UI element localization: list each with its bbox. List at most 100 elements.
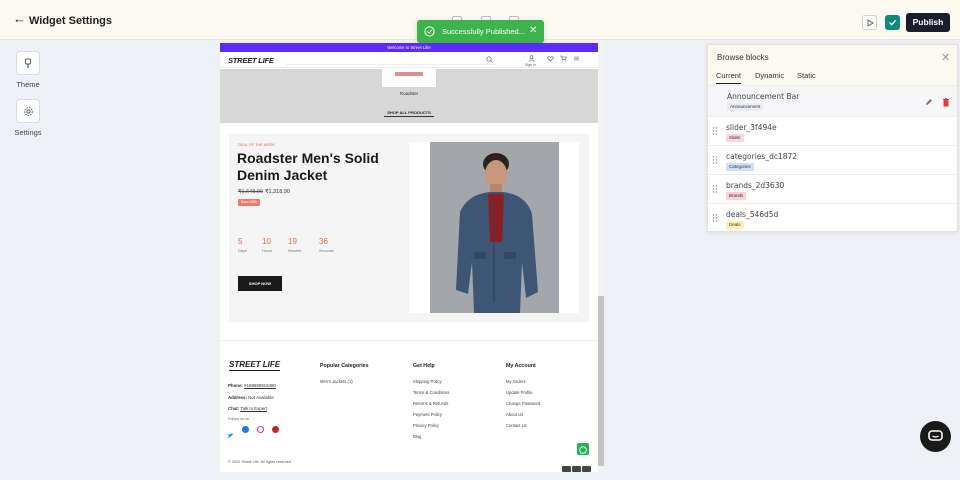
instagram-icon[interactable] bbox=[257, 426, 264, 433]
drag-handle-icon[interactable] bbox=[712, 214, 718, 222]
chat-link[interactable]: Talk to Expert bbox=[240, 406, 267, 411]
countdown-value: 19 bbox=[288, 237, 297, 246]
deal-kicker: DEAL OF THE WEEK bbox=[238, 143, 275, 147]
block-row-brands[interactable]: brands_2d3630 Brands bbox=[708, 174, 957, 203]
toast-message: Successfully Published... bbox=[442, 27, 525, 36]
whatsapp-icon[interactable] bbox=[577, 443, 589, 455]
countdown-minutes: 19 Minutes bbox=[288, 237, 314, 253]
rail-label: Settings bbox=[14, 128, 42, 137]
block-name: slider_3f494e bbox=[726, 123, 777, 132]
product-image-frame bbox=[409, 142, 579, 313]
countdown-days: 5 Days bbox=[238, 237, 264, 253]
footer-link[interactable]: My Orders bbox=[506, 379, 526, 384]
rail-item-settings[interactable]: Settings bbox=[10, 99, 46, 137]
countdown-value: 5 bbox=[238, 237, 243, 246]
trash-icon[interactable] bbox=[942, 98, 950, 107]
search-icon bbox=[486, 56, 493, 63]
footer-link[interactable]: Blog bbox=[413, 434, 421, 439]
preview-scrollbar[interactable] bbox=[598, 43, 604, 472]
arrow-left-icon[interactable]: ← bbox=[13, 12, 26, 25]
address-value: Not Available bbox=[248, 395, 274, 400]
model-illustration bbox=[430, 142, 559, 313]
category-card-image[interactable] bbox=[382, 69, 436, 87]
footer-link[interactable]: Change Password bbox=[506, 401, 540, 406]
block-row-deals[interactable]: deals_546d5d Deals bbox=[708, 203, 957, 232]
announcement-bar[interactable]: Welcome to Street Life! bbox=[220, 43, 598, 52]
block-name: Announcement Bar bbox=[727, 92, 800, 101]
footer-divider bbox=[220, 340, 598, 341]
save-check-button[interactable] bbox=[885, 15, 900, 30]
block-row-categories[interactable]: categories_dc1872 Categories bbox=[708, 145, 957, 174]
footer-link[interactable]: Returns & Refunds bbox=[413, 401, 448, 406]
footer-link[interactable]: Privacy Policy bbox=[413, 423, 439, 428]
facebook-icon[interactable] bbox=[242, 426, 249, 433]
footer-link[interactable]: Terms & Conditions bbox=[413, 390, 449, 395]
menu-icon[interactable] bbox=[573, 55, 580, 62]
footer-link[interactable]: Shipping Policy bbox=[413, 379, 442, 384]
block-row-slider[interactable]: slider_3f494e Slider bbox=[708, 116, 957, 145]
tab-dynamic[interactable]: Dynamic bbox=[755, 71, 784, 80]
discount-badge: Save 20% bbox=[238, 199, 260, 206]
drag-handle-icon[interactable] bbox=[712, 156, 718, 164]
close-icon[interactable]: ✕ bbox=[529, 26, 537, 36]
category-card-label[interactable]: Roadster bbox=[382, 91, 436, 96]
countdown-hours: 10 Hours bbox=[262, 237, 288, 253]
tab-static[interactable]: Static bbox=[797, 71, 816, 80]
footer-heading-popular: Popular Categories bbox=[320, 363, 369, 369]
footer-link[interactable]: Contact Us bbox=[506, 423, 527, 428]
pinterest-icon[interactable] bbox=[272, 426, 279, 433]
heart-icon[interactable] bbox=[547, 55, 554, 62]
footer-phone: Phone: 9198690918490 bbox=[228, 383, 276, 388]
phone-link[interactable]: 9198690918490 bbox=[244, 383, 276, 388]
price-original: ₹1,648.90 bbox=[238, 189, 263, 195]
chat-launcher-button[interactable] bbox=[920, 421, 951, 452]
publish-button[interactable]: Publish bbox=[906, 13, 950, 32]
shop-all-link[interactable]: SHOP ALL PRODUCTS bbox=[384, 110, 434, 117]
store-search-input[interactable] bbox=[286, 55, 496, 65]
block-tag: Deals bbox=[726, 221, 744, 229]
drag-handle-icon[interactable] bbox=[712, 185, 718, 193]
play-icon bbox=[867, 19, 874, 27]
gear-icon bbox=[16, 99, 40, 123]
block-name: deals_546d5d bbox=[726, 210, 779, 219]
footer-heading-help: Get Help bbox=[413, 363, 435, 369]
deal-of-the-week: DEAL OF THE WEEK Roadster Men's Solid De… bbox=[229, 134, 589, 322]
price-sale: ₹1,318.90 bbox=[265, 189, 290, 195]
preview-button[interactable] bbox=[862, 15, 877, 30]
rail-item-theme[interactable]: Theme bbox=[10, 51, 46, 89]
footer-logo[interactable]: STREET LIFE bbox=[229, 360, 281, 371]
chat-label: Chat: bbox=[228, 406, 240, 411]
pencil-icon[interactable] bbox=[925, 98, 933, 106]
mastercard-icon bbox=[582, 466, 591, 472]
chat-icon bbox=[928, 430, 943, 441]
check-circle-icon bbox=[424, 26, 435, 37]
card-icon bbox=[562, 466, 571, 472]
footer-chat: Chat: Talk to Expert bbox=[228, 406, 267, 411]
payment-icons bbox=[561, 459, 591, 472]
countdown-label: Days bbox=[238, 249, 247, 253]
tab-current[interactable]: Current bbox=[716, 71, 742, 84]
block-row-announcement[interactable]: Announcement Bar Announcement bbox=[708, 85, 957, 116]
store-preview[interactable]: Welcome to Street Life! STREET LIFE Sign… bbox=[220, 43, 598, 472]
visa-icon bbox=[572, 466, 581, 472]
shop-now-button[interactable]: SHOP NOW bbox=[238, 276, 282, 291]
page-title: Widget Settings bbox=[29, 15, 113, 27]
brand-logo[interactable]: STREET LIFE bbox=[228, 56, 274, 65]
block-tag: Categories bbox=[726, 163, 754, 171]
address-label: Address: bbox=[228, 395, 248, 400]
footer-link[interactable]: Men's Jackets (1) bbox=[320, 379, 353, 384]
cart-icon[interactable] bbox=[560, 55, 567, 62]
drag-handle-icon[interactable] bbox=[712, 127, 718, 135]
category-card-logo bbox=[395, 72, 423, 76]
browse-blocks-panel: Browse blocks ✕ Current Dynamic Static A… bbox=[707, 44, 958, 232]
product-image[interactable] bbox=[430, 142, 559, 313]
twitter-icon[interactable] bbox=[227, 426, 234, 438]
close-icon[interactable]: ✕ bbox=[941, 51, 950, 64]
footer-link[interactable]: Update Profile bbox=[506, 390, 533, 395]
user-icon[interactable] bbox=[528, 55, 535, 62]
footer-link[interactable]: About Us bbox=[506, 412, 523, 417]
deal-title[interactable]: Roadster Men's Solid Denim Jacket bbox=[237, 150, 397, 184]
signin-label[interactable]: Sign In bbox=[525, 63, 536, 67]
scroll-thumb[interactable] bbox=[598, 296, 604, 466]
footer-link[interactable]: Payment Policy bbox=[413, 412, 442, 417]
